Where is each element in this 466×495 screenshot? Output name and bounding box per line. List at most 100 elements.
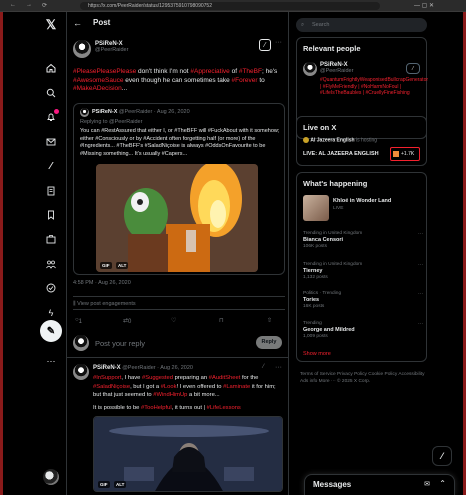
footer-links[interactable]: Terms of Service Privacy Policy Cookie P… [300,372,428,385]
hashtag-link[interactable]: #InSupport [93,375,121,381]
communities-icon[interactable] [44,257,58,271]
hashtag-link[interactable]: #LifeLessons [207,405,241,411]
event-thumbnail[interactable] [303,195,329,221]
happening-title: What's happening [303,179,368,188]
reply-alt-label[interactable]: ALT [114,481,127,488]
trend-item[interactable]: Trending in United Kingdom Bianca Censor… [303,231,423,249]
quoted-tweet[interactable]: PSiReN-X @PeerRaider · Aug 26, 2020 Repl… [73,103,285,275]
live-host[interactable]: Al Jazeera English is hosting [303,137,377,143]
bookmarks-icon[interactable] [44,208,58,222]
hashtag-link[interactable]: #Look [161,384,177,390]
browser-forward-button[interactable]: → [26,2,32,8]
author-avatar[interactable] [73,40,91,58]
relevant-avatar[interactable] [303,62,317,76]
hashtag-link[interactable]: #AwesomeSauce [73,77,123,84]
show-more-link[interactable]: Show more [303,351,331,357]
reply-more-icon[interactable]: ··· [275,364,282,371]
bookmark-icon[interactable]: ⊓ [219,317,224,324]
reply-grok-icon[interactable]: ⁄ [263,364,264,370]
lightning-icon[interactable]: ϟ [44,306,58,320]
live-headline[interactable]: LIVE: AL JAZEERA ENGLISH [303,151,379,157]
browser-toolbar: ← → ⟳ https://x.com/PeerRaider/status/12… [0,0,466,12]
trend-more-icon[interactable]: ··· [418,321,423,327]
trend-item[interactable]: Trending in United Kingdom Tierney 1,132… [303,262,423,280]
trend-item[interactable]: Trending George and Mildred 1,009 posts … [303,321,423,339]
text-segment: don't think I'm not [136,68,191,75]
main-column: ← Post PSiReN-X @PeerRaider ⁄ ··· #Pleas… [66,12,289,495]
grok-icon[interactable]: ⁄ [44,159,58,173]
x-logo-icon[interactable]: 𝕏 [44,17,58,32]
retweet-icon[interactable]: ⇄ 0 [123,317,131,325]
reply-author-name[interactable]: PSiReN-X [93,365,121,371]
post-timestamp[interactable]: 4:58 PM · Aug 26, 2020 [73,280,131,286]
home-icon[interactable] [44,61,58,75]
quote-gif-media[interactable]: GIF ALT [96,164,258,272]
account-avatar[interactable] [43,469,59,485]
trend-more-icon[interactable]: ··· [418,291,423,297]
address-bar[interactable]: https://x.com/PeerRaider/status/12953759… [80,2,380,10]
browser-reload-button[interactable]: ⟳ [42,2,47,9]
messages-drawer[interactable]: Messages ✉ ⌃ [304,474,455,495]
text-segment: for the [240,375,259,381]
lists-icon[interactable] [44,184,58,198]
more-icon[interactable]: ⋯ [44,354,58,368]
reply-text-2: It is possible to be #TooHelpful, it tur… [93,404,283,412]
live-status: is hosting [355,137,378,144]
trend-item[interactable]: Politics · Trending Tories 16K posts ··· [303,291,423,309]
text-segment: ; he's [261,68,278,75]
relevant-title: Relevant people [303,44,361,53]
live-on-x-card: Live on X Al Jazeera English is hosting … [296,116,427,166]
live-listeners[interactable]: +1.7K [390,147,420,161]
more-options-icon[interactable]: ··· [275,39,282,46]
engagements-text: View post engagements [77,301,136,307]
expand-chevron-icon[interactable]: ⌃ [439,479,446,488]
hashtag-link[interactable]: #Appreciative [190,68,229,75]
like-icon[interactable]: ♡ [171,317,176,324]
notifications-icon[interactable] [44,109,59,124]
hashtag-link[interactable]: #Forever [232,77,258,84]
grok-explain-icon[interactable]: ⁄ [259,39,271,51]
relevant-grok-button[interactable]: ⁄ [406,63,420,74]
event-title[interactable]: Khloé in Wonder Land [333,198,391,204]
hashtag-link[interactable]: #MakeADecision [73,85,122,92]
hashtag-link[interactable]: #TheBF [239,68,262,75]
verified-icon[interactable] [44,281,58,295]
reply-gif-media[interactable]: GIF ALT [93,416,283,492]
left-navigation: 𝕏 ⁄ ϟ ⋯ ✎ [38,12,64,495]
window-controls[interactable]: — ▢ ✕ [414,2,434,9]
reply-date[interactable]: · Aug 26, 2020 [157,365,193,371]
author-handle[interactable]: @PeerRaider [95,47,128,53]
page-title: Post [93,18,111,27]
browser-back-button[interactable]: ← [10,2,16,8]
new-message-icon[interactable]: ✉ [424,480,430,488]
alt-label[interactable]: ALT [116,262,129,269]
trend-more-icon[interactable]: ··· [418,262,423,268]
hashtag-link[interactable]: #SaladNiçoise [93,384,130,390]
search-input[interactable]: ⌕ Search [296,18,427,32]
replying-to: Replying to @PeerRaider [80,119,143,125]
relevant-handle[interactable]: @PeerRaider [320,68,353,74]
notification-badge [54,109,59,114]
trend-more-icon[interactable]: ··· [418,231,423,237]
reply-icon[interactable]: ○ 1 [75,317,82,325]
compose-post-icon[interactable]: ✎ [40,320,62,342]
messages-nav-icon[interactable] [44,135,58,149]
hashtag-link[interactable]: #WindHimUp [153,392,187,398]
view-engagements-link[interactable]: ⫼ View post engagements [73,296,285,310]
hashtag-link[interactable]: #Laminate [223,384,250,390]
hashtag-link[interactable]: #TooHelpful [141,405,172,411]
hashtag-link[interactable]: #Suggested [142,375,173,381]
text-segment: ! I even offered to [176,383,224,390]
hashtag-link[interactable]: #AuditSheet [209,375,241,381]
hashtag-link[interactable]: #PleasePleasePlease [73,68,136,75]
reply-author-avatar[interactable] [73,364,89,380]
post-header: ← Post [67,12,288,34]
search-nav-icon[interactable] [44,86,58,100]
grok-button-icon[interactable]: ⁄ [432,446,452,466]
jobs-icon[interactable] [44,232,58,246]
reply-input[interactable]: Post your reply [95,339,145,348]
reply-button[interactable]: Reply [256,336,282,349]
back-arrow-icon[interactable]: ← [73,18,82,28]
share-icon[interactable]: ⇧ [267,317,272,324]
reply-author-handle[interactable]: @PeerRaider [122,365,155,371]
